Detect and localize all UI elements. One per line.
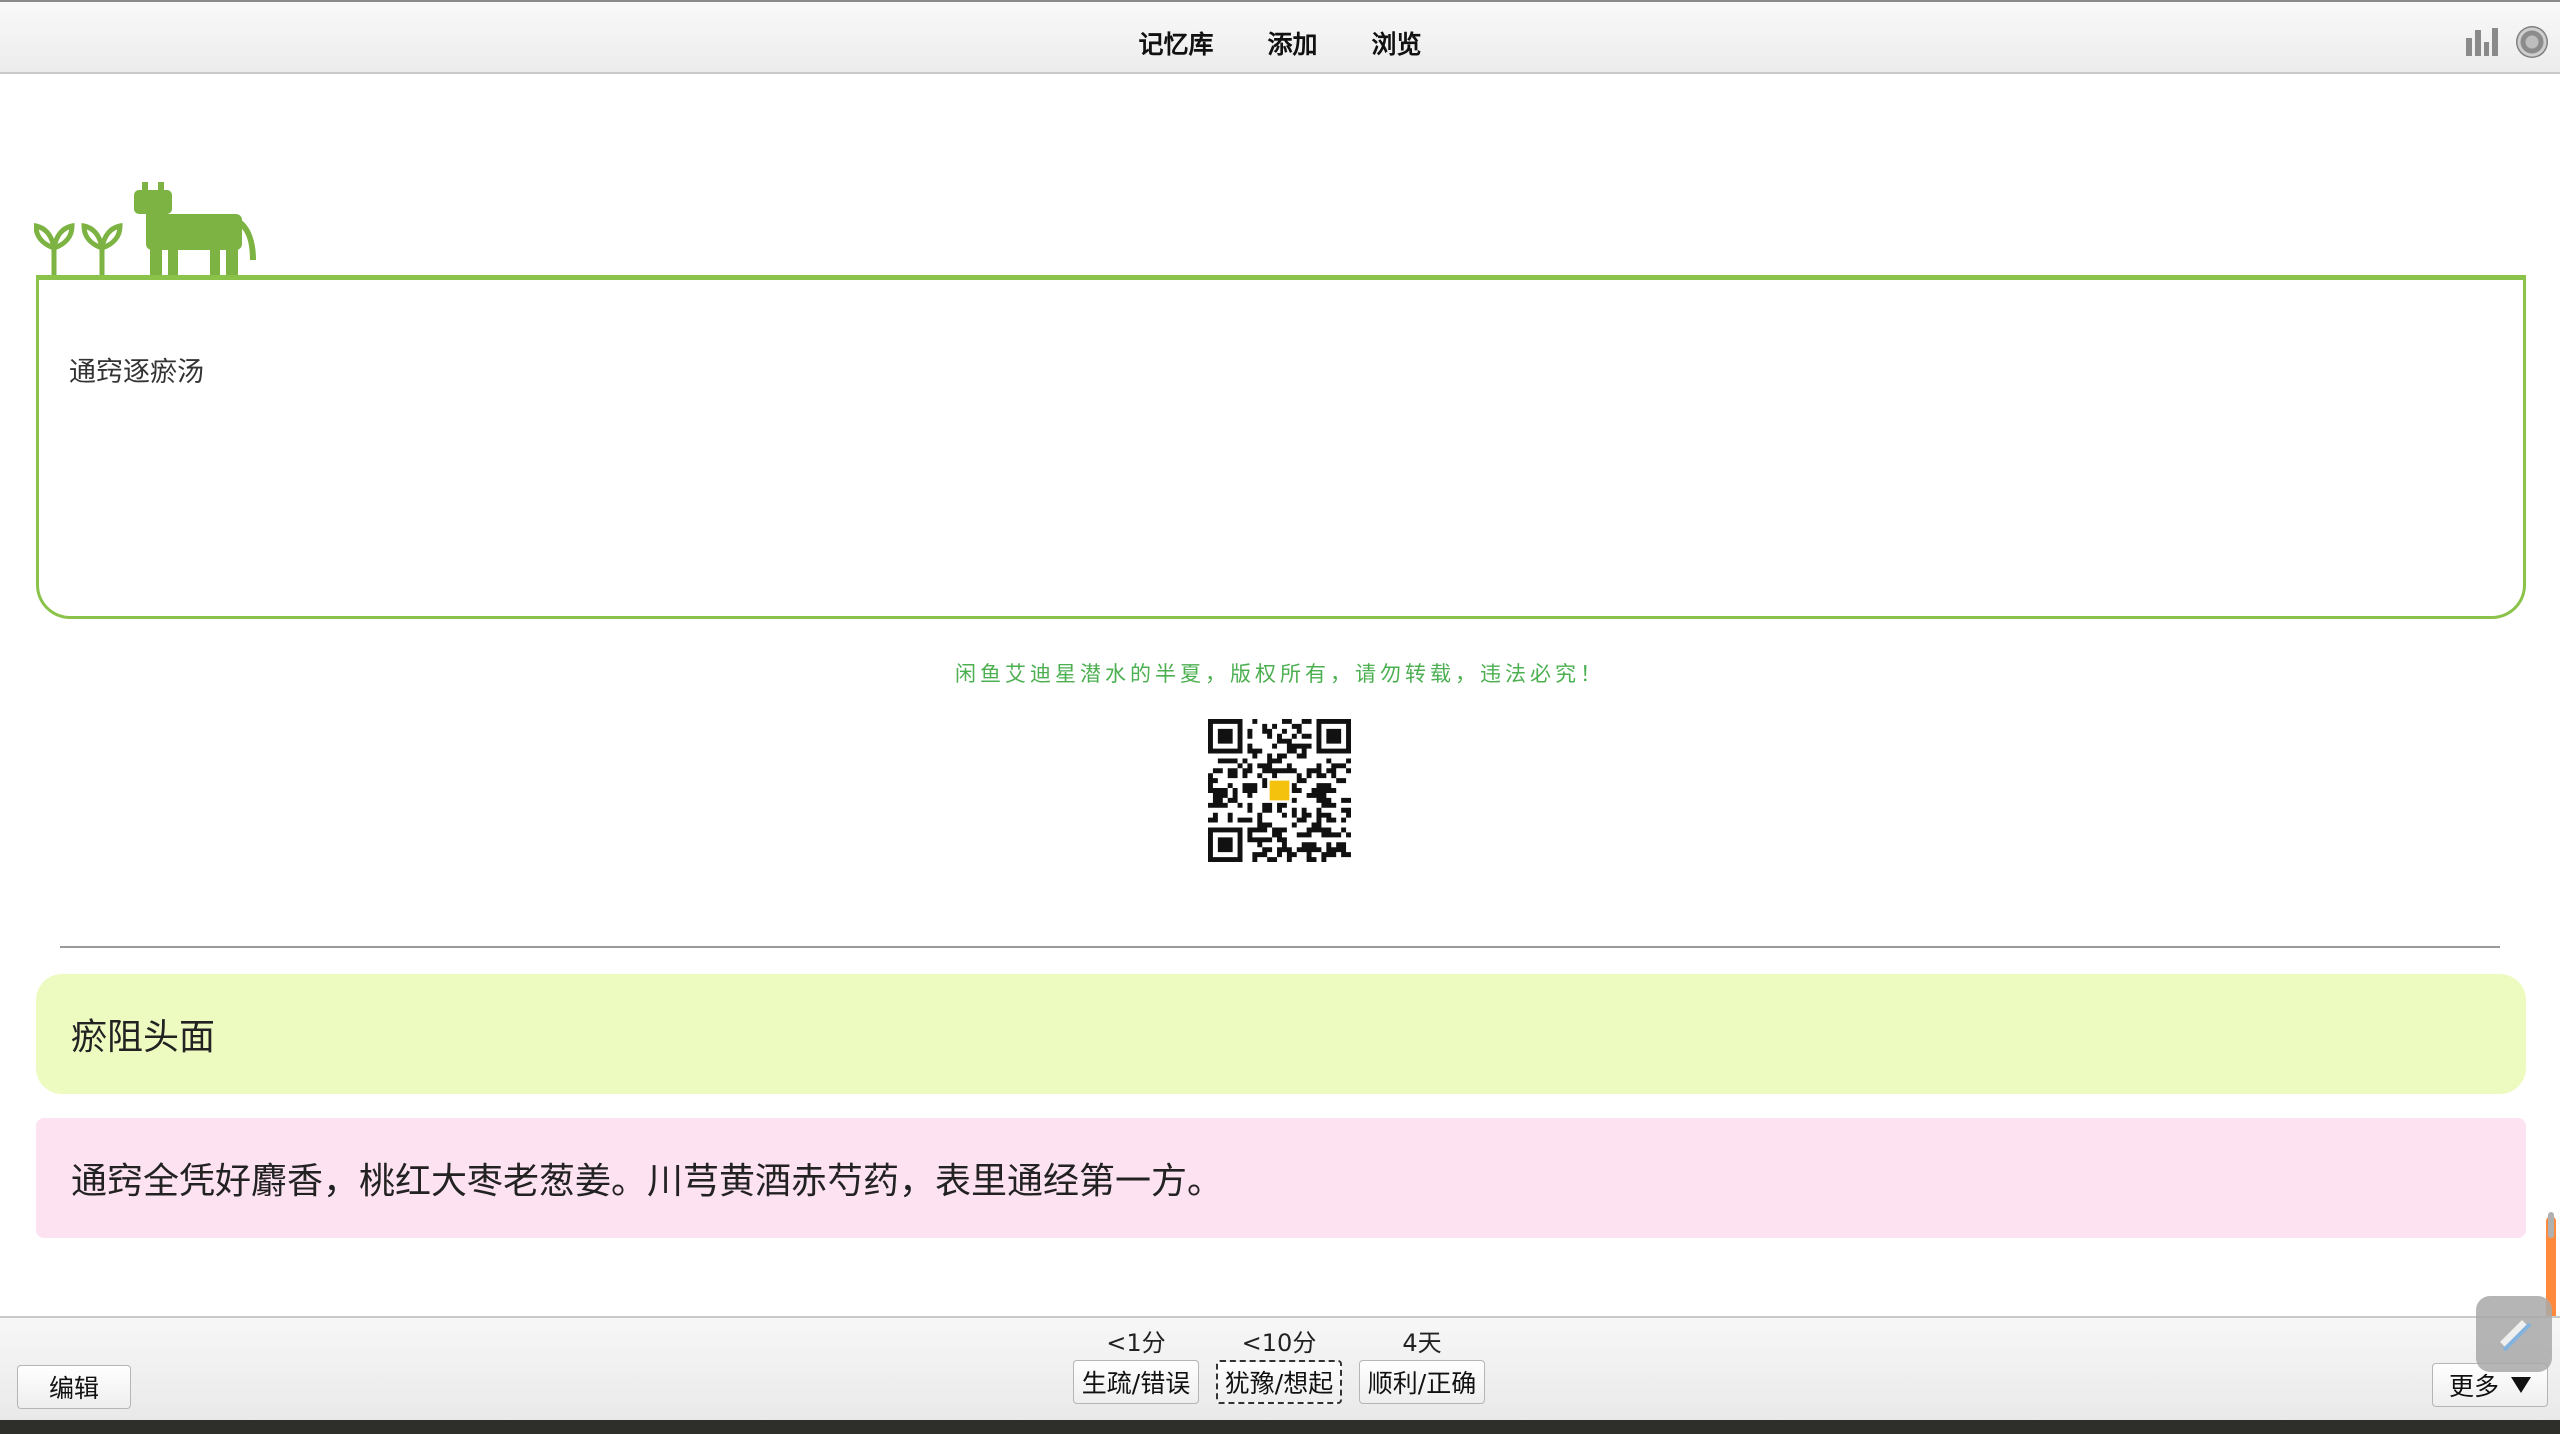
chevron-down-icon xyxy=(2511,1377,2531,1393)
reviewer-bottom-bar: 编辑 <1分 生疏/错误 <10分 犹豫/想起 4天 顺利/正确 更多 xyxy=(0,1316,2560,1420)
ease-hard-group: <10分 犹豫/想起 xyxy=(1216,1326,1342,1404)
ease-good-interval: 4天 xyxy=(1402,1329,1442,1357)
card-front-box: 通窍逐瘀汤 xyxy=(36,275,2526,619)
cow-icon xyxy=(34,182,256,279)
nav-decks[interactable]: 记忆库 xyxy=(1138,17,1213,61)
edit-button[interactable]: 编辑 xyxy=(17,1365,131,1409)
answer-divider xyxy=(60,946,2500,948)
ease-hard-button[interactable]: 犹豫/想起 xyxy=(1216,1360,1342,1404)
ease-hard-interval: <10分 xyxy=(1241,1329,1317,1357)
card-front-text: 通窍逐瘀汤 xyxy=(69,357,204,388)
stats-icon[interactable] xyxy=(2466,28,2498,56)
answer-box-primary: 瘀阻头面 xyxy=(36,974,2526,1094)
ease-good-group: 4天 顺利/正确 xyxy=(1359,1326,1485,1404)
answer-box-verse: 通窍全凭好麝香，桃红大枣老葱姜。川芎黄酒赤芍药，表里通经第一方。 xyxy=(36,1118,2526,1238)
nav-add[interactable]: 添加 xyxy=(1267,17,1317,61)
window-bottom-edge xyxy=(0,1420,2560,1434)
copyright-notice: 闲鱼艾迪星潜水的半夏，版权所有，请勿转载，违法必究！ xyxy=(955,662,1605,686)
ease-again-group: <1分 生疏/错误 xyxy=(1073,1326,1199,1404)
nav-browse[interactable]: 浏览 xyxy=(1372,17,1422,61)
scrollbar-grip[interactable] xyxy=(2548,1212,2554,1238)
scroll-widget-icon[interactable] xyxy=(2476,1296,2552,1372)
more-label: 更多 xyxy=(2448,1372,2499,1401)
sync-icon[interactable] xyxy=(2516,26,2548,58)
ease-good-button[interactable]: 顺利/正确 xyxy=(1359,1360,1485,1404)
ease-again-button[interactable]: 生疏/错误 xyxy=(1073,1360,1199,1404)
top-nav: 记忆库 添加 浏览 xyxy=(0,2,2560,76)
sprout-icon xyxy=(34,222,123,279)
qr-code-icon xyxy=(1208,719,1351,862)
top-toolbar: 记忆库 添加 浏览 xyxy=(0,0,2560,74)
ease-again-interval: <1分 xyxy=(1106,1329,1166,1357)
